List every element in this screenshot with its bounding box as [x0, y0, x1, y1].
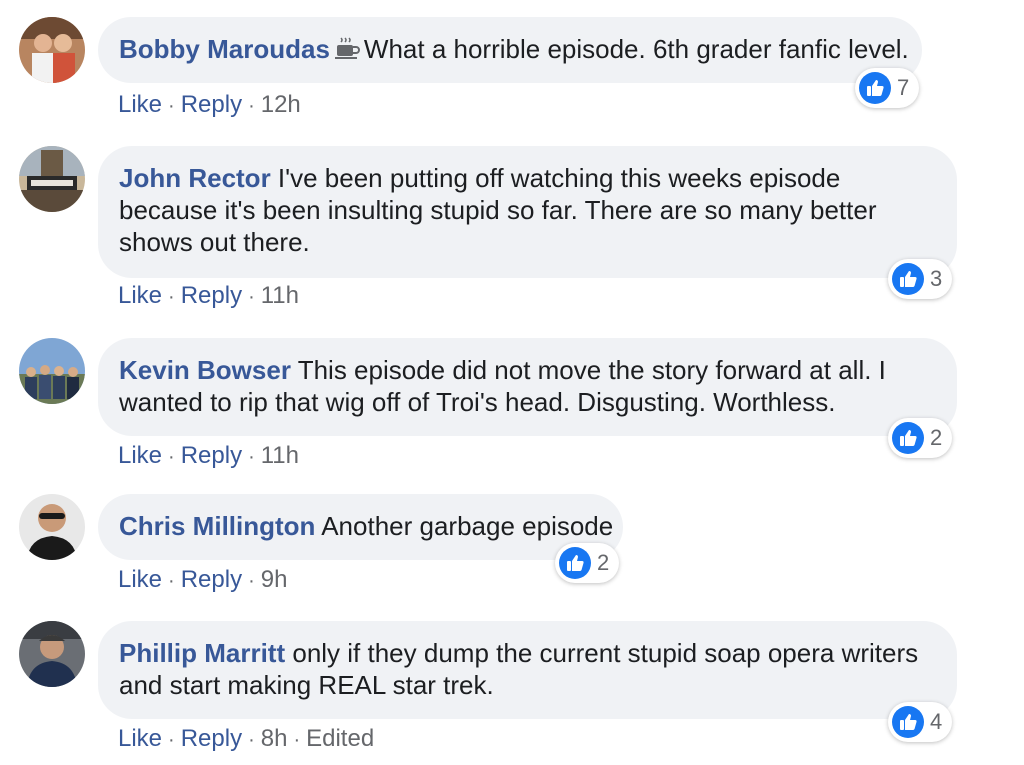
thumbs-up-icon — [892, 706, 924, 738]
author-name[interactable]: Phillip Marritt — [119, 638, 285, 668]
reply-link[interactable]: Reply — [181, 566, 242, 593]
comment-bubble: Chris Millington Another garbage episode — [98, 494, 623, 560]
author-name[interactable]: Kevin Bowser — [119, 355, 291, 385]
thumbs-up-icon — [859, 72, 891, 104]
timestamp[interactable]: 9h — [261, 566, 288, 593]
reaction-summary[interactable]: 2 — [555, 543, 620, 583]
like-link[interactable]: Like — [118, 91, 162, 118]
avatar[interactable] — [19, 17, 85, 83]
comment-actions: Like · Reply · 8h · Edited — [118, 724, 374, 755]
reaction-count: 3 — [930, 266, 943, 291]
reaction-summary[interactable]: 3 — [888, 259, 953, 299]
avatar[interactable] — [19, 338, 85, 404]
avatar[interactable] — [19, 494, 85, 560]
author-name[interactable]: John Rector — [119, 163, 271, 193]
reply-link[interactable]: Reply — [181, 725, 242, 752]
reply-link[interactable]: Reply — [181, 91, 242, 118]
reply-link[interactable]: Reply — [181, 442, 242, 469]
thumbs-up-icon — [559, 547, 591, 579]
reaction-summary[interactable]: 2 — [888, 418, 953, 458]
author-name[interactable]: Chris Millington — [119, 511, 315, 541]
like-link[interactable]: Like — [118, 566, 162, 593]
reaction-count: 2 — [597, 550, 610, 575]
thumbs-up-icon — [892, 263, 924, 295]
reply-link[interactable]: Reply — [181, 282, 242, 309]
separator: · — [168, 95, 175, 117]
avatar[interactable] — [19, 146, 85, 212]
separator: · — [168, 570, 175, 592]
separator: · — [168, 286, 175, 308]
comment-actions: Like · Reply · 11h — [118, 441, 299, 472]
comment-actions: Like · Reply · 12h — [118, 90, 301, 121]
comment-bubble: Kevin Bowser This episode did not move t… — [98, 338, 957, 436]
separator: · — [248, 286, 255, 308]
timestamp[interactable]: 12h — [261, 91, 301, 118]
comment-text: Another garbage episode — [321, 511, 614, 541]
coffee-cup-icon — [334, 36, 360, 68]
reaction-count: 4 — [930, 709, 943, 734]
author-name[interactable]: Bobby Maroudas — [119, 34, 330, 64]
comment-actions: Like · Reply · 11h — [118, 281, 299, 312]
separator: · — [168, 446, 175, 468]
separator: · — [293, 729, 301, 751]
thumbs-up-icon — [892, 422, 924, 454]
separator: · — [248, 95, 255, 117]
comment-actions: Like · Reply · 9h — [118, 565, 287, 596]
separator: · — [248, 446, 255, 468]
comment-bubble: Bobby Maroudas What a horrible episode. 6… — [98, 17, 922, 83]
comment-bubble: John Rector I've been putting off watchi… — [98, 146, 957, 278]
reaction-count: 2 — [930, 425, 943, 450]
timestamp[interactable]: 11h — [261, 282, 299, 309]
avatar[interactable] — [19, 621, 85, 687]
separator: · — [248, 570, 255, 592]
timestamp[interactable]: 8h — [261, 725, 288, 752]
like-link[interactable]: Like — [118, 442, 162, 469]
separator: · — [168, 729, 175, 751]
comment-text: What a horrible episode. 6th grader fanf… — [363, 34, 909, 64]
separator: · — [248, 729, 255, 751]
reaction-summary[interactable]: 4 — [888, 702, 953, 742]
edited-label[interactable]: Edited — [306, 725, 374, 752]
reaction-count: 7 — [897, 75, 910, 100]
like-link[interactable]: Like — [118, 282, 162, 309]
reaction-summary[interactable]: 7 — [855, 68, 920, 108]
comment-bubble: Phillip Marritt only if they dump the cu… — [98, 621, 957, 719]
timestamp[interactable]: 11h — [261, 442, 299, 469]
like-link[interactable]: Like — [118, 725, 162, 752]
